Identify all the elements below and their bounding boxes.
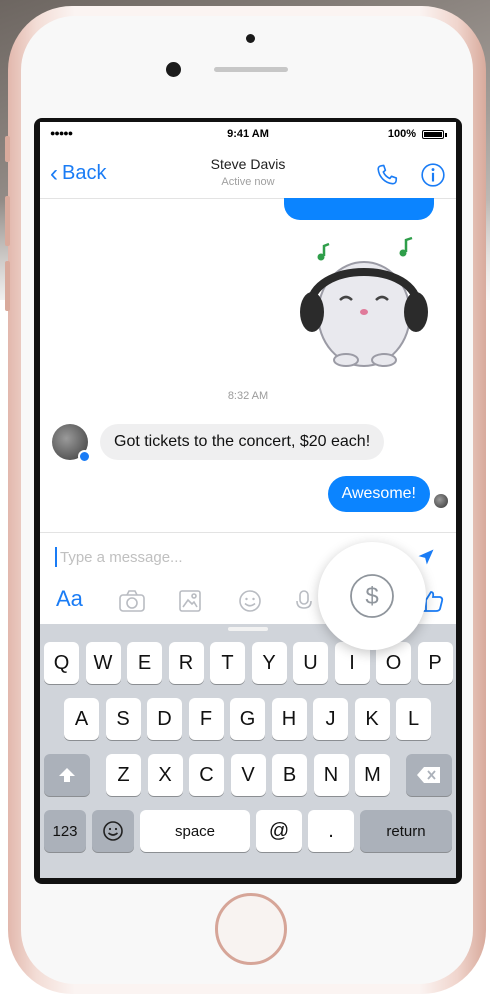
key-a[interactable]: A — [64, 698, 99, 740]
message-input[interactable] — [60, 545, 340, 569]
dollar-icon: $ — [350, 574, 394, 618]
emoji-keyboard-key[interactable] — [92, 810, 134, 852]
key-x[interactable]: X — [147, 754, 183, 796]
key-q[interactable]: Q — [44, 642, 79, 684]
photo-gallery-icon[interactable] — [176, 588, 204, 614]
emoji-face-icon — [103, 821, 123, 841]
shift-key[interactable] — [44, 754, 90, 796]
key-l[interactable]: L — [396, 698, 431, 740]
key-m[interactable]: M — [355, 754, 390, 796]
volume-up-button — [5, 196, 10, 246]
read-receipt-avatar — [434, 494, 448, 508]
key-y[interactable]: Y — [251, 642, 287, 684]
return-key[interactable]: return — [360, 810, 452, 852]
phone-call-icon[interactable] — [374, 162, 400, 188]
messenger-badge-icon — [78, 450, 91, 463]
text-cursor — [55, 547, 57, 567]
key-v[interactable]: V — [230, 754, 266, 796]
key-c[interactable]: C — [189, 754, 224, 796]
conversation-header: ‹ Back Steve Davis Active now — [40, 150, 456, 199]
front-camera — [166, 62, 181, 77]
status-bar: ●●●●● 9:41 AM 100% — [40, 122, 456, 142]
key-d[interactable]: D — [147, 698, 182, 740]
key-s[interactable]: S — [105, 698, 141, 740]
keyboard: Q W E R T Y U I O P A S D F G H J K L Z X C V B N M 123 space @. retu… — [40, 624, 456, 878]
previous-message-bubble[interactable] — [284, 198, 434, 220]
key-b[interactable]: B — [272, 754, 307, 796]
battery-percent: 100% — [387, 128, 416, 140]
keyboard-handle[interactable] — [228, 627, 268, 631]
send-icon[interactable] — [416, 547, 436, 567]
key-t[interactable]: T — [210, 642, 245, 684]
message-timestamp: 8:32 AM — [227, 390, 269, 402]
info-icon[interactable] — [420, 162, 446, 188]
phone-screen: ●●●●● 9:41 AM 100% ‹ Back Steve Davis Act… — [34, 118, 462, 884]
shift-icon — [59, 768, 75, 782]
payment-button[interactable]: $ — [318, 542, 426, 650]
key-z[interactable]: Z — [106, 754, 141, 796]
headphones-cat-sticker[interactable] — [294, 230, 434, 370]
key-n[interactable]: N — [313, 754, 349, 796]
volume-down-button — [5, 261, 10, 311]
outgoing-message[interactable]: Awesome! — [327, 476, 430, 512]
at-key[interactable]: @ — [256, 810, 302, 852]
backspace-icon — [417, 767, 440, 783]
key-f[interactable]: F — [188, 698, 224, 740]
space-key[interactable]: space — [140, 810, 250, 852]
camera-icon[interactable] — [118, 588, 146, 614]
svg-text:$: $ — [365, 583, 378, 610]
key-g[interactable]: G — [230, 698, 265, 740]
numbers-key[interactable]: 123 — [44, 810, 86, 852]
mute-switch — [5, 136, 10, 162]
messenger-app: ●●●●● 9:41 AM 100% ‹ Back Steve Davis Act… — [40, 122, 456, 878]
key-h[interactable]: H — [271, 698, 307, 740]
key-e[interactable]: E — [127, 642, 162, 684]
home-button[interactable] — [215, 893, 287, 965]
key-k[interactable]: K — [354, 698, 390, 740]
incoming-message[interactable]: Got tickets to the concert, $20 each! — [100, 424, 385, 460]
key-r[interactable]: R — [168, 642, 204, 684]
delete-key[interactable] — [406, 754, 452, 796]
earpiece-speaker — [214, 67, 288, 72]
microphone-icon[interactable] — [290, 588, 318, 614]
battery-icon — [422, 130, 447, 139]
key-u[interactable]: U — [293, 642, 328, 684]
proximity-sensor — [246, 34, 255, 43]
text-format-button[interactable]: Aa — [56, 586, 83, 612]
key-j[interactable]: J — [313, 698, 348, 740]
period-key[interactable]: . — [308, 810, 354, 852]
emoji-icon[interactable] — [236, 588, 264, 614]
key-w[interactable]: W — [85, 642, 121, 684]
key-p[interactable]: P — [417, 642, 453, 684]
